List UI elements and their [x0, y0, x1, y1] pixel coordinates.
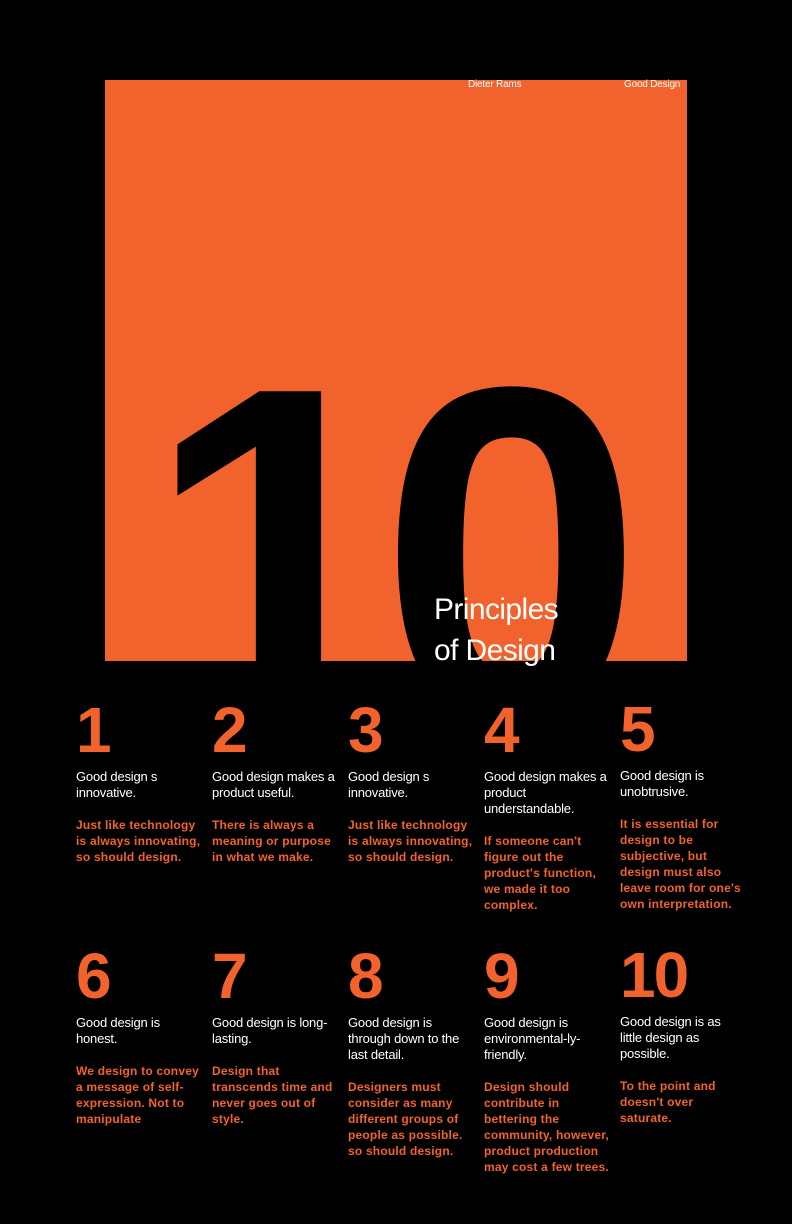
principle-note: Just like technology is always innovatin… — [348, 818, 473, 864]
title-line-2: of Design — [434, 634, 556, 667]
principle-statement: Good design makes a product useful. — [212, 769, 335, 800]
principle-number: 5 — [620, 693, 656, 765]
principle-3: 3 Good design s innovative. Just like te… — [348, 694, 476, 865]
principle-number: 2 — [212, 694, 248, 766]
principle-6: 6 Good design is honest. We design to co… — [76, 940, 204, 1127]
principle-7: 7 Good design is long-lasting. Design th… — [212, 940, 340, 1127]
principle-number: 6 — [76, 940, 112, 1012]
series-label: Good Design — [624, 79, 681, 90]
principle-statement: Good design is through down to the last … — [348, 1015, 460, 1062]
principle-number: 9 — [484, 940, 520, 1012]
principle-note: If someone can't figure out the product'… — [484, 834, 596, 912]
principle-statement: Good design s innovative. — [348, 769, 430, 800]
principle-note: It is essential for design to be subject… — [620, 817, 741, 911]
principle-note: Designers must consider as many differen… — [348, 1080, 463, 1158]
principle-1: 1 Good design s innovative. Just like te… — [76, 694, 204, 865]
principle-note: Just like technology is always innovatin… — [76, 818, 201, 864]
principle-number: 8 — [348, 940, 384, 1012]
principle-statement: Good design is unobtrusive. — [620, 768, 704, 799]
principle-statement: Good design makes a product understandab… — [484, 769, 607, 816]
principle-note: There is always a meaning or purpose in … — [212, 818, 331, 864]
principle-statement: Good design is long-lasting. — [212, 1015, 328, 1046]
principle-note: Design should contribute in bettering th… — [484, 1080, 609, 1174]
orange-hero-block: 10 — [105, 80, 687, 661]
principle-5: 5 Good design is unobtrusive. It is esse… — [620, 693, 748, 912]
principle-statement: Good design s innovative. — [76, 769, 158, 800]
principle-note: Design that transcends time and never go… — [212, 1064, 333, 1126]
poster-title: Principles of Design — [434, 589, 559, 671]
principle-9: 9 Good design is environmental-ly-friend… — [484, 940, 612, 1175]
principle-number: 4 — [484, 694, 520, 766]
principle-statement: Good design is environmental-ly-friendly… — [484, 1015, 581, 1062]
principle-number: 1 — [76, 694, 112, 766]
principle-statement: Good design is honest. — [76, 1015, 160, 1046]
principle-statement: Good design is as little design as possi… — [620, 1014, 721, 1061]
principle-8: 8 Good design is through down to the las… — [348, 940, 476, 1159]
principle-number: 10 — [620, 939, 689, 1011]
principle-note: To the point and doesn't over saturate. — [620, 1079, 716, 1125]
principle-4: 4 Good design makes a product understand… — [484, 694, 612, 913]
author-name: Dieter Rams — [468, 79, 522, 90]
principle-note: We design to convey a message of self-ex… — [76, 1064, 199, 1126]
principle-10: 10 Good design is as little design as po… — [620, 939, 744, 1126]
principle-2: 2 Good design makes a product useful. Th… — [212, 694, 340, 865]
principle-number: 3 — [348, 694, 384, 766]
title-line-1: Principles — [434, 593, 559, 626]
principle-number: 7 — [212, 940, 248, 1012]
